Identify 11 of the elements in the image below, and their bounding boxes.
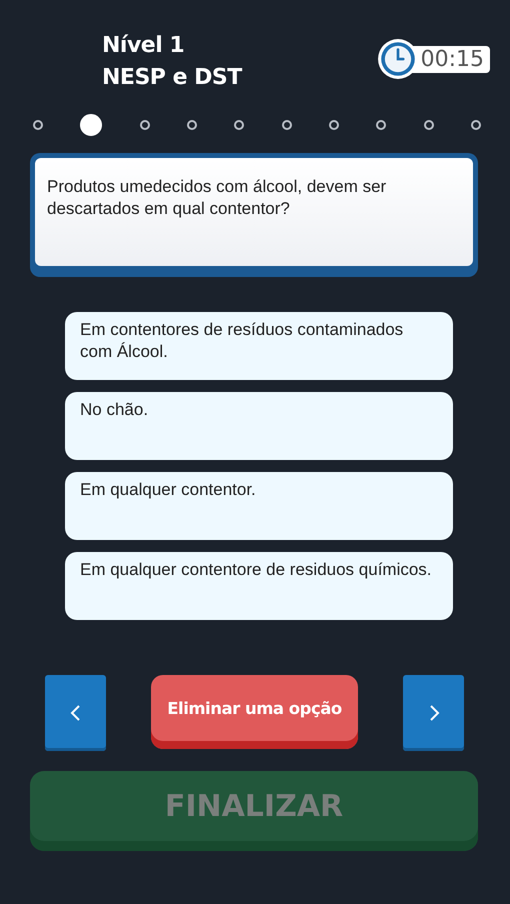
question-text: Produtos umedecidos com álcool, devem ser descartados em qual contentor? [35, 158, 473, 266]
answer-option[interactable]: Em qualquer contentor. [65, 472, 453, 540]
topic-title: NESP e DST [102, 64, 242, 92]
answer-option[interactable]: Em contentores de resíduos contaminados com Álcool. [65, 312, 453, 380]
previous-button[interactable] [45, 675, 106, 751]
eliminate-option-button[interactable]: Eliminar uma opção [151, 675, 358, 749]
timer-text: 00:15 [410, 46, 490, 72]
level-title: Nível 1 [102, 32, 186, 60]
answer-option[interactable]: No chão. [65, 392, 453, 460]
answer-option[interactable]: Em qualquer contentore de residuos químicos. [65, 552, 453, 620]
next-button[interactable] [403, 675, 464, 751]
